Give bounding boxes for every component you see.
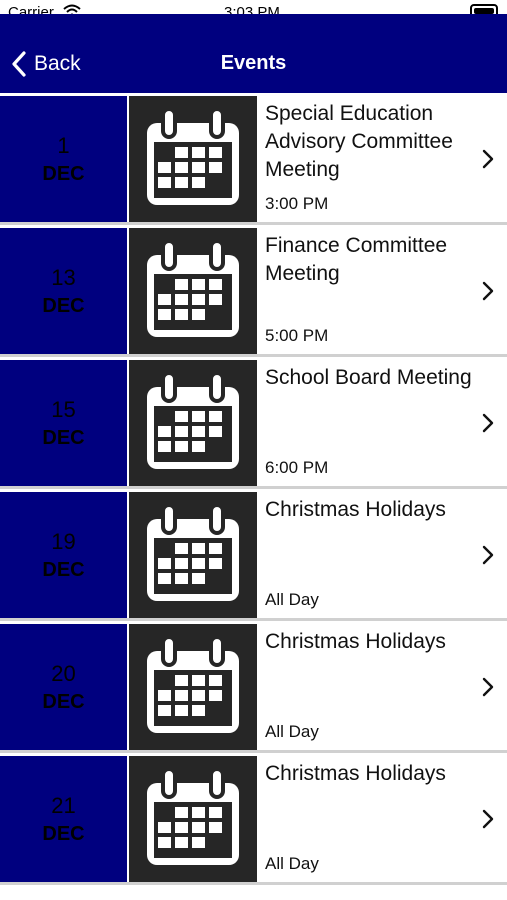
event-row[interactable]: 13 DEC Finance Committee Meeting 5:00 PM [0,225,507,357]
event-month: DEC [42,295,85,317]
event-month: DEC [42,559,85,581]
calendar-icon [147,635,239,733]
event-month: DEC [42,427,85,449]
event-date: 21 DEC [0,756,127,882]
calendar-icon [147,107,239,205]
event-title: Christmas Holidays [265,630,446,653]
chevron-right-icon [482,281,494,301]
event-row[interactable]: 20 DEC Christmas Holidays All Day [0,621,507,753]
event-info: Christmas Holidays All Day [265,624,475,750]
page-title: Events [220,52,287,74]
calendar-icon-tile [129,360,257,486]
event-time: 3:00 PM [265,194,329,213]
event-time: All Day [265,854,319,873]
event-info: Christmas Holidays All Day [265,756,475,882]
calendar-icon [147,503,239,601]
event-row[interactable]: 21 DEC Christmas Holidays All Day [0,753,507,885]
event-date: 19 DEC [0,492,127,618]
battery-icon [470,4,498,14]
calendar-icon [147,767,239,865]
event-time: All Day [265,590,319,609]
wifi-icon [63,4,81,14]
event-day: 15 [51,397,76,422]
event-date: 15 DEC [0,360,127,486]
event-info: Christmas Holidays All Day [265,492,475,618]
event-title: Christmas Holidays [265,762,446,785]
chevron-right-icon [482,545,494,565]
event-info: School Board Meeting 6:00 PM [265,360,475,486]
event-month: DEC [42,163,85,185]
event-list: 1 DEC Special Education Advisory Committ… [0,93,507,885]
event-time: 5:00 PM [265,326,329,345]
event-day: 19 [51,529,76,554]
status-bar: Carrier 3:03 PM [0,0,507,14]
event-date: 1 DEC [0,96,127,222]
calendar-icon-tile [129,96,257,222]
event-row[interactable]: 15 DEC School Board Meeting 6:00 PM [0,357,507,489]
event-title: Christmas Holidays [265,498,446,521]
calendar-icon-tile [129,492,257,618]
event-day: 13 [51,265,76,290]
event-day: 1 [57,133,70,158]
event-month: DEC [42,691,85,713]
event-date: 13 DEC [0,228,127,354]
status-time: 3:03 PM [224,4,280,14]
calendar-icon [147,239,239,337]
event-row[interactable]: 1 DEC Special Education Advisory Committ… [0,93,507,225]
calendar-icon-tile [129,756,257,882]
calendar-icon-tile [129,624,257,750]
chevron-right-icon [482,809,494,829]
event-month: DEC [42,823,85,845]
event-title: School Board Meeting [265,366,472,389]
event-title: Finance Committee Meeting [265,234,448,285]
event-day: 20 [51,661,76,686]
chevron-right-icon [482,677,494,697]
navigation-bar: Back Events [0,14,507,93]
event-date: 20 DEC [0,624,127,750]
event-title: Special Education Advisory Committee Mee… [265,102,453,181]
event-row[interactable]: 19 DEC Christmas Holidays All Day [0,489,507,621]
event-day: 21 [51,793,76,818]
carrier-label: Carrier [8,4,54,14]
calendar-icon [147,371,239,469]
chevron-right-icon [482,149,494,169]
calendar-icon-tile [129,228,257,354]
event-info: Special Education Advisory Committee Mee… [265,96,475,222]
event-time: 6:00 PM [265,458,329,477]
event-info: Finance Committee Meeting 5:00 PM [265,228,475,354]
event-time: All Day [265,722,319,741]
chevron-right-icon [482,413,494,433]
